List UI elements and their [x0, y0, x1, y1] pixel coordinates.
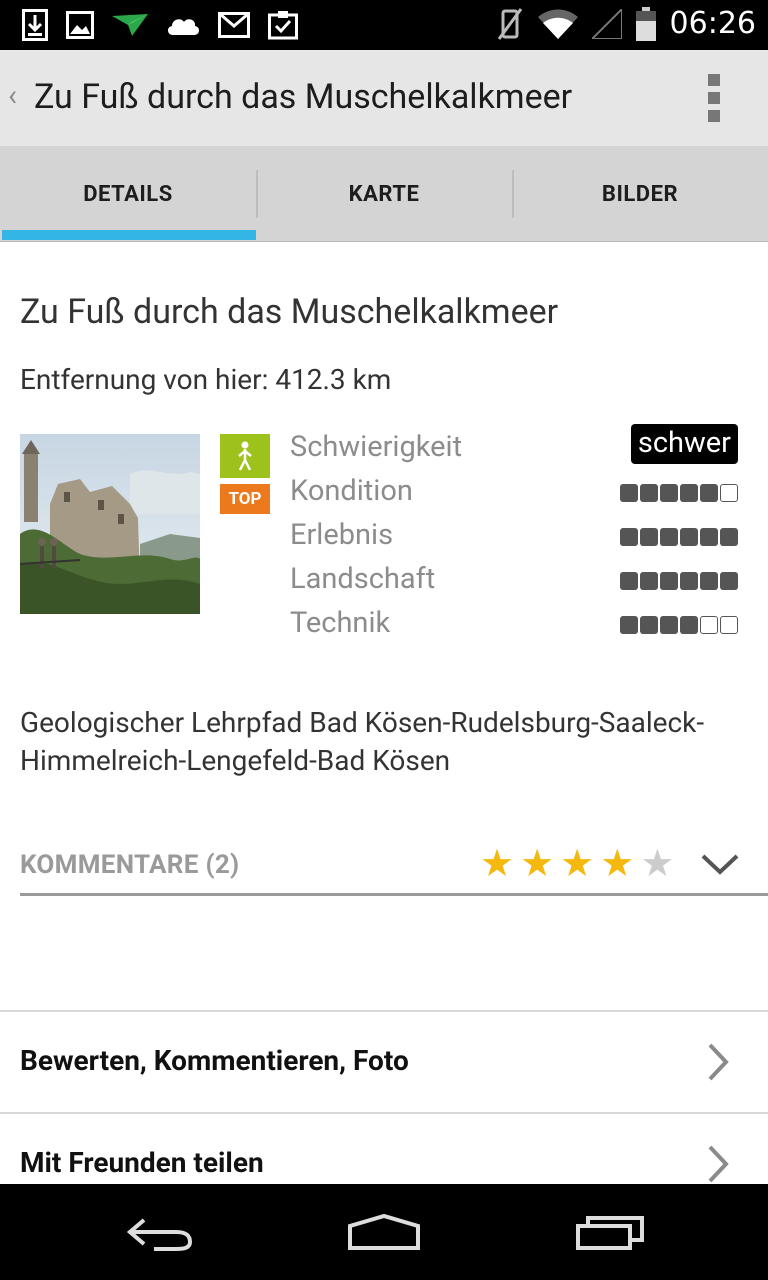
rating-label: Erlebnis: [290, 518, 394, 552]
rating-dots: [620, 616, 738, 634]
rating-label: Technik: [290, 606, 391, 640]
rating-dot-filled: [640, 572, 658, 590]
rating-row-erlebnis: Erlebnis: [290, 518, 740, 562]
castle-photo[interactable]: [20, 434, 200, 614]
list-item-label: Mit Freunden teilen: [20, 1146, 264, 1179]
overflow-menu-icon[interactable]: [708, 74, 720, 122]
tour-title: Zu Fuß durch das Muschelkalkmeer: [20, 292, 559, 332]
rating-dot-filled: [680, 484, 698, 502]
star-filled-icon: ★: [600, 842, 635, 886]
rating-dot-filled: [660, 572, 678, 590]
star-filled-icon: ★: [560, 842, 595, 886]
rating-dot-filled: [680, 616, 698, 634]
rating-label: Kondition: [290, 474, 413, 508]
home-nav-icon[interactable]: [346, 1212, 422, 1256]
comments-divider: [20, 893, 768, 896]
notification-icons: [22, 9, 298, 41]
tab-details[interactable]: DETAILS: [0, 146, 256, 242]
tour-description: Geologischer Lehrpfad Bad Kösen-Rudelsbu…: [20, 706, 705, 777]
distance-text: Entfernung von hier: 412.3 km: [20, 363, 392, 396]
wifi-icon: [537, 9, 578, 39]
signal-icon: [591, 8, 622, 39]
back-nav-icon[interactable]: [124, 1212, 194, 1256]
gmail-icon: [218, 12, 250, 38]
rating-dot-filled: [640, 616, 658, 634]
list-item-label: Bewerten, Kommentieren, Foto: [20, 1044, 409, 1077]
rating-dot-empty: [720, 616, 738, 634]
hiker-icon: [220, 434, 270, 478]
app-title[interactable]: Zu Fuß durch das Muschelkalkmeer: [34, 77, 572, 117]
cloud-icon: [166, 14, 200, 36]
rating-dot-filled: [620, 616, 638, 634]
rating-dot-filled: [720, 528, 738, 546]
top-badge: TOP: [220, 484, 270, 514]
download-icon: [22, 9, 48, 41]
rating-dot-filled: [620, 528, 638, 546]
rating-dot-filled: [660, 616, 678, 634]
back-chevron-icon[interactable]: ‹: [8, 78, 17, 113]
vibrate-muted-icon: [496, 7, 524, 41]
star-filled-icon: ★: [480, 842, 515, 886]
clock: 06:26: [669, 6, 756, 41]
rating-dot-filled: [660, 484, 678, 502]
star-rating: ★ ★ ★ ★ ★: [480, 844, 674, 884]
comments-header[interactable]: KOMMENTARE (2) ★ ★ ★ ★ ★: [0, 838, 768, 896]
rating-dot-filled: [720, 572, 738, 590]
action-bar: ‹ Zu Fuß durch das Muschelkalkmeer: [0, 50, 768, 146]
navigation-arrow-icon: [112, 14, 148, 36]
rating-row-landschaft: Landschaft: [290, 562, 740, 606]
rating-dot-filled: [680, 572, 698, 590]
rating-row-technik: Technik: [290, 606, 740, 650]
system-icons: 06:26: [496, 6, 756, 41]
rating-dot-filled: [700, 528, 718, 546]
image-icon: [66, 11, 94, 39]
rating-dots: [620, 572, 738, 590]
tab-bar: DETAILS KARTE BILDER: [0, 146, 768, 242]
tab-bilder[interactable]: BILDER: [512, 146, 768, 242]
rating-row-kondition: Kondition: [290, 474, 740, 518]
chevron-down-icon[interactable]: [700, 852, 740, 880]
chevron-right-icon: [706, 1042, 730, 1086]
rating-dot-filled: [700, 484, 718, 502]
rate-comment-photo-item[interactable]: Bewerten, Kommentieren, Foto: [0, 1010, 768, 1110]
selected-tab-indicator: [2, 230, 256, 240]
rating-dot-filled: [620, 572, 638, 590]
comments-label[interactable]: KOMMENTARE (2): [20, 850, 240, 880]
battery-icon: [635, 6, 656, 41]
rating-label: Landschaft: [290, 562, 436, 596]
rating-dots: [620, 528, 738, 546]
rating-dot-filled: [700, 572, 718, 590]
clipboard-check-icon: [268, 10, 298, 40]
rating-dot-filled: [680, 528, 698, 546]
rating-dot-empty: [720, 484, 738, 502]
rating-row-difficulty: Schwierigkeit schwer: [290, 424, 740, 474]
recents-nav-icon[interactable]: [574, 1212, 646, 1256]
tab-karte[interactable]: KARTE: [256, 146, 512, 242]
rating-dot-filled: [640, 484, 658, 502]
navigation-bar: [0, 1184, 768, 1280]
star-empty-icon: ★: [640, 842, 675, 886]
status-bar: 06:26: [0, 0, 768, 50]
star-filled-icon: ★: [520, 842, 555, 886]
difficulty-badge: schwer: [630, 424, 738, 464]
rating-dot-filled: [620, 484, 638, 502]
rating-dot-empty: [700, 616, 718, 634]
rating-dot-filled: [660, 528, 678, 546]
rating-label: Schwierigkeit: [290, 430, 463, 464]
rating-dot-filled: [640, 528, 658, 546]
chevron-right-icon: [706, 1144, 730, 1188]
rating-dots: [620, 484, 738, 502]
